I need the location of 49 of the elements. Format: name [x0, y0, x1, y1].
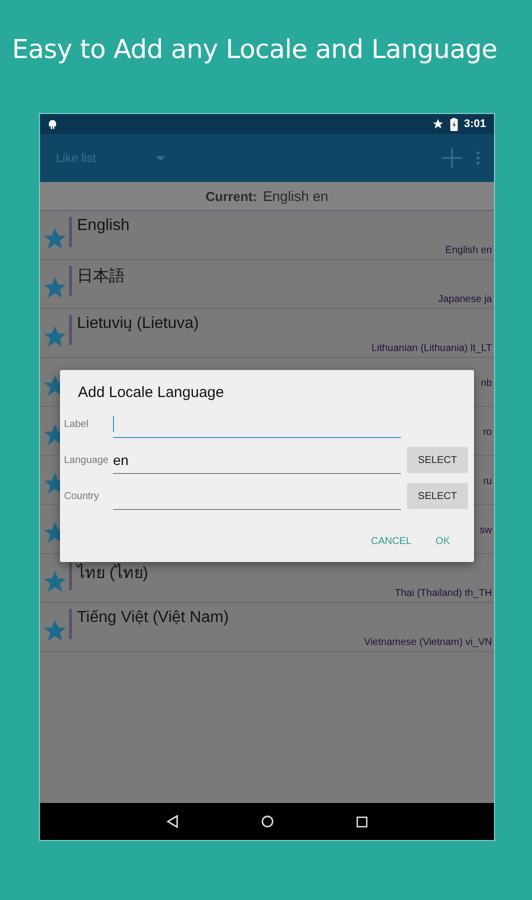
dialog-action-button[interactable]: OK [430, 532, 456, 551]
locale-code: Vietnamese (Vietnam) vi_VN [364, 637, 492, 648]
locale-code: nb [480, 378, 492, 389]
star-icon[interactable] [44, 228, 66, 250]
locale-code: Lithuanian (Lithuania) lt_LT [372, 343, 492, 354]
locale-code: ro [483, 427, 492, 438]
field-label: Language [64, 454, 110, 466]
caret-icon [156, 156, 166, 160]
language-name: ไทย (ไทย) [77, 562, 148, 584]
accent-bar [69, 217, 72, 247]
language-name: 日本語 [77, 266, 125, 287]
back-icon[interactable] [166, 815, 179, 828]
dialog-action-button[interactable]: CANCEL [364, 532, 418, 551]
clock-time: 3:01 [464, 118, 486, 130]
language-name: English [77, 217, 130, 235]
current-value: English en [262, 188, 328, 204]
field-label: Country [64, 490, 100, 502]
locale-code: Thai (Thailand) th_TH [394, 588, 492, 599]
recent-apps-icon[interactable] [356, 816, 368, 828]
text-field[interactable]: en [113, 446, 401, 474]
star-icon [432, 118, 444, 130]
accent-bar [69, 609, 72, 639]
star-icon[interactable] [44, 326, 66, 348]
language-name: Tiếng Việt (Việt Nam) [77, 609, 229, 627]
star-icon[interactable] [44, 571, 66, 593]
locale-code: ru [483, 476, 492, 487]
android-icon [48, 118, 57, 130]
battery-icon [450, 118, 458, 130]
more-options-icon[interactable] [476, 151, 480, 165]
home-icon[interactable] [261, 815, 274, 828]
accent-bar [69, 266, 72, 296]
dialog-title: Add Locale Language [77, 384, 225, 403]
accent-bar [69, 315, 72, 345]
accent-bar [69, 560, 72, 590]
current-label: Current: [206, 188, 257, 204]
locale-code: English en [445, 245, 492, 256]
headline: Easy to Add any Locale and Language [12, 34, 498, 67]
select-button[interactable]: SELECT [407, 447, 468, 473]
select-button[interactable]: SELECT [407, 483, 468, 509]
locale-code: sw [480, 525, 492, 536]
locale-code: Japanese ja [438, 294, 492, 305]
add-icon[interactable] [442, 148, 462, 168]
field-label: Label [64, 418, 90, 430]
language-row[interactable]: English English en [40, 211, 494, 260]
star-icon[interactable] [44, 620, 66, 642]
star-icon[interactable] [44, 277, 66, 299]
language-name: Lietuvių (Lietuva) [77, 315, 199, 333]
language-row[interactable]: 日本語 Japanese ja [40, 260, 494, 309]
language-row[interactable]: Tiếng Việt (Việt Nam) Vietnamese (Vietnam) vi_VN [40, 603, 494, 652]
